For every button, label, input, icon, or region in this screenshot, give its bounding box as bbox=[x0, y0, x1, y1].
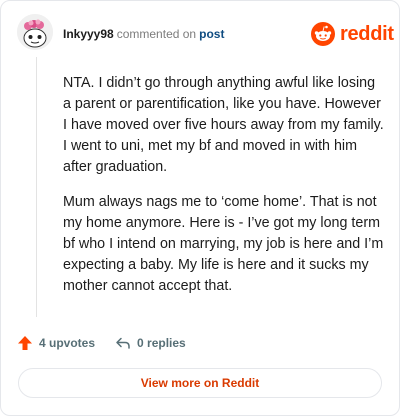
upvote-button[interactable]: 4 upvotes bbox=[17, 335, 95, 351]
replies-button[interactable]: 0 replies bbox=[115, 335, 186, 351]
upvote-arrow-icon bbox=[18, 336, 32, 350]
view-more-button[interactable]: View more on Reddit bbox=[18, 368, 382, 398]
reddit-snoo-icon bbox=[311, 22, 335, 46]
post-link[interactable]: post bbox=[199, 27, 224, 41]
replies-count: 0 replies bbox=[137, 336, 186, 350]
comment-actions: 4 upvotes 0 replies bbox=[17, 334, 186, 352]
reddit-logo[interactable]: reddit bbox=[311, 21, 394, 47]
upvotes-count: 4 upvotes bbox=[39, 336, 96, 350]
comment-paragraph-1: NTA. I didn’t go through anything awful … bbox=[63, 75, 384, 175]
embedded-comment-card: Inkyyy98 commented on post reddit NTA. I d… bbox=[0, 0, 400, 416]
reply-arrow-icon bbox=[116, 337, 130, 349]
commented-on-text: commented on bbox=[116, 27, 197, 41]
reddit-wordmark: reddit bbox=[340, 22, 394, 45]
avatar[interactable] bbox=[17, 14, 53, 50]
avatar-snoo-icon bbox=[17, 14, 53, 50]
username[interactable]: Inkyyy98 bbox=[63, 27, 114, 41]
thread-line bbox=[36, 57, 37, 317]
comment-paragraph-2: Mum always nags me to ‘come home’. That … bbox=[63, 194, 384, 294]
comment-body: NTA. I didn’t go through anything awful … bbox=[63, 73, 385, 311]
comment-header: Inkyyy98 commented on post bbox=[63, 27, 224, 41]
